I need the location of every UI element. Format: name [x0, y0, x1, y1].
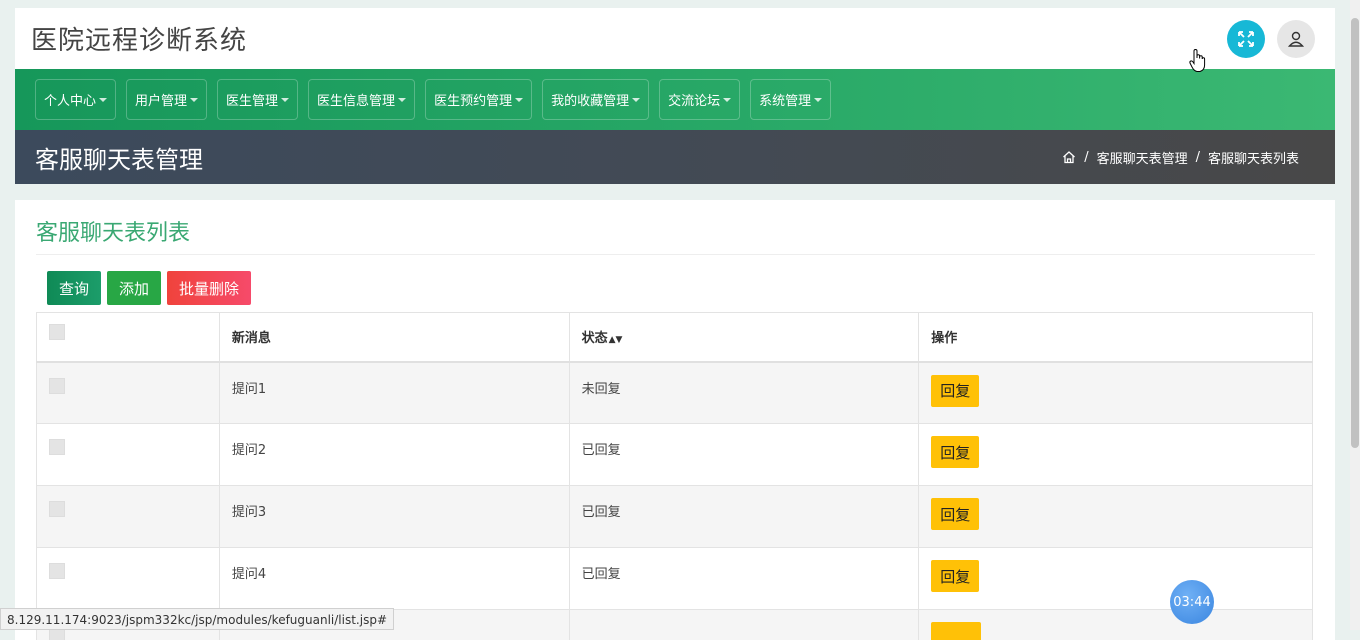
header-actions: [1227, 20, 1315, 58]
caret-down-icon: [190, 98, 198, 102]
reply-button[interactable]: 回复: [931, 436, 979, 468]
status-cell: 已回复: [569, 486, 919, 548]
page-scrollbar[interactable]: [1350, 0, 1360, 630]
row-checkbox[interactable]: [49, 378, 65, 394]
main-nav: 个人中心 用户管理 医生管理 医生信息管理 医生预约管理 我的收藏管理 交流论坛…: [15, 69, 1335, 130]
reply-button[interactable]: 回复: [931, 560, 979, 592]
nav-item-forum[interactable]: 交流论坛: [659, 79, 740, 120]
breadcrumb-item-management[interactable]: 客服聊天表管理: [1097, 148, 1188, 167]
breadcrumb-separator: /: [1084, 150, 1088, 165]
status-bar-url: 8.129.11.174:9023/jspm332kc/jsp/modules/…: [0, 608, 394, 630]
select-all-cell: [37, 313, 220, 362]
message-cell: 提问2: [219, 424, 569, 486]
timer-badge: 03:44: [1170, 580, 1214, 624]
page-title-bar: 客服聊天表管理 / 客服聊天表管理 / 客服聊天表列表: [15, 130, 1335, 184]
status-cell: [569, 610, 919, 640]
chat-table: 新消息 状态▲▼ 操作 提问1 未回复 回复 提问2 已回复 回复: [36, 312, 1313, 640]
table-row: 提问2 已回复 回复: [37, 424, 1313, 486]
nav-item-favorites-management[interactable]: 我的收藏管理: [542, 79, 649, 120]
app-title: 医院远程诊断系统: [31, 20, 247, 57]
caret-down-icon: [632, 98, 640, 102]
status-cell: 已回复: [569, 424, 919, 486]
table-row: 提问4 已回复 回复: [37, 548, 1313, 610]
reply-button[interactable]: 回复: [931, 498, 979, 530]
caret-down-icon: [281, 98, 289, 102]
status-cell: 已回复: [569, 548, 919, 610]
column-header-message: 新消息: [219, 313, 569, 362]
caret-down-icon: [99, 98, 107, 102]
nav-item-doctor-info-management[interactable]: 医生信息管理: [308, 79, 415, 120]
caret-down-icon: [398, 98, 406, 102]
row-checkbox[interactable]: [49, 501, 65, 517]
row-checkbox[interactable]: [49, 439, 65, 455]
batch-delete-button[interactable]: 批量删除: [167, 271, 251, 305]
breadcrumb-item-current: 客服聊天表列表: [1208, 148, 1299, 167]
row-checkbox[interactable]: [49, 563, 65, 579]
user-icon: [1287, 30, 1305, 48]
message-cell: 提问1: [219, 362, 569, 424]
hand-cursor-icon: [1188, 48, 1208, 74]
page-title: 客服聊天表管理: [35, 140, 203, 175]
toolbar: 查询 添加 批量删除: [36, 255, 1315, 312]
nav-item-label: 交流论坛: [668, 90, 720, 109]
top-header: 医院远程诊断系统: [15, 8, 1335, 69]
message-cell: 提问3: [219, 486, 569, 548]
column-header-status[interactable]: 状态▲▼: [569, 313, 919, 362]
nav-item-label: 医生信息管理: [317, 90, 395, 109]
nav-item-doctor-management[interactable]: 医生管理: [217, 79, 298, 120]
card-title: 客服聊天表列表: [36, 200, 1315, 255]
column-header-status-label: 状态: [582, 331, 608, 346]
expand-icon: [1237, 30, 1255, 48]
nav-item-system-management[interactable]: 系统管理: [750, 79, 831, 120]
table-row: 提问3 已回复 回复: [37, 486, 1313, 548]
nav-item-label: 用户管理: [135, 90, 187, 109]
message-cell: 提问4: [219, 548, 569, 610]
nav-item-appointment-management[interactable]: 医生预约管理: [425, 79, 532, 120]
scrollbar-thumb[interactable]: [1351, 18, 1359, 448]
query-button[interactable]: 查询: [47, 271, 101, 305]
nav-item-label: 医生预约管理: [434, 90, 512, 109]
reply-button[interactable]: 回复: [931, 375, 979, 407]
status-cell: 未回复: [569, 362, 919, 424]
reply-button[interactable]: [931, 622, 981, 640]
sort-icon[interactable]: ▲▼: [609, 335, 623, 345]
breadcrumb-separator: /: [1196, 150, 1200, 165]
caret-down-icon: [723, 98, 731, 102]
table-header-row: 新消息 状态▲▼ 操作: [37, 313, 1313, 362]
nav-item-label: 系统管理: [759, 90, 811, 109]
app-container: 医院远程诊断系统 个人中心 用户管理 医生管理 医生信: [15, 8, 1335, 640]
breadcrumb: / 客服聊天表管理 / 客服聊天表列表: [1062, 148, 1299, 167]
list-card: 客服聊天表列表 查询 添加 批量删除 新消息 状态▲▼ 操作: [15, 200, 1335, 640]
caret-down-icon: [814, 98, 822, 102]
nav-item-user-management[interactable]: 用户管理: [126, 79, 207, 120]
caret-down-icon: [515, 98, 523, 102]
nav-item-label: 个人中心: [44, 90, 96, 109]
home-icon[interactable]: [1062, 150, 1076, 164]
column-header-actions: 操作: [919, 313, 1313, 362]
user-menu-button[interactable]: [1277, 20, 1315, 58]
add-button[interactable]: 添加: [107, 271, 161, 305]
fullscreen-button[interactable]: [1227, 20, 1265, 58]
table-row: 提问1 未回复 回复: [37, 362, 1313, 424]
nav-item-personal-center[interactable]: 个人中心: [35, 79, 116, 120]
nav-item-label: 医生管理: [226, 90, 278, 109]
nav-item-label: 我的收藏管理: [551, 90, 629, 109]
select-all-checkbox[interactable]: [49, 324, 65, 340]
